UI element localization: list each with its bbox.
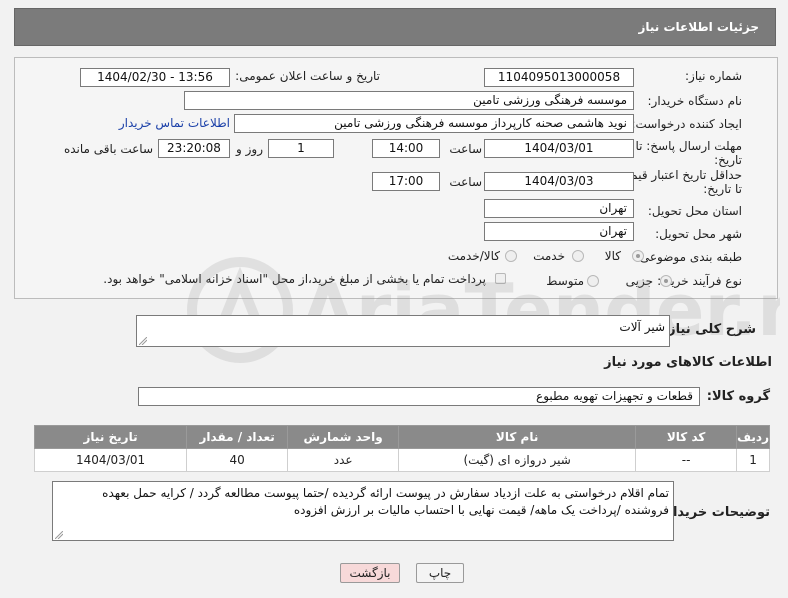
print-button[interactable]: چاپ — [416, 563, 464, 583]
cell-row: 1 — [736, 448, 770, 472]
creator-field[interactable]: نوید هاشمی صحنه کارپرداز موسسه فرهنگی ور… — [234, 114, 634, 133]
cell-name: شیر دروازه ای (گیت) — [398, 448, 637, 472]
category-radio-service[interactable] — [572, 250, 584, 262]
deadline-time-label: ساعت — [449, 142, 482, 156]
city-label: شهر محل تحویل: — [655, 227, 742, 241]
province-field[interactable]: تهران — [484, 199, 634, 218]
goods-group-label: گروه کالا: — [706, 389, 770, 404]
buyer-notes-textarea[interactable]: تمام اقلام درخواستی به علت ازدیاد سفارش … — [52, 481, 674, 541]
page-title: جزئیات اطلاعات نیاز — [638, 20, 759, 34]
buyer-notes-text: تمام اقلام درخواستی به علت ازدیاد سفارش … — [102, 486, 669, 517]
goods-table-header: ردیف کد کالا نام کالا واحد شمارش تعداد /… — [33, 425, 770, 449]
resize-grip-icon[interactable] — [139, 337, 147, 345]
table-row[interactable]: 1 -- شیر دروازه ای (گیت) عدد 40 1404/03/… — [33, 448, 770, 472]
buyer-notes-label: توضیحات خریدار: — [660, 505, 770, 520]
validity-label-date: تا تاریخ: — [703, 182, 742, 196]
remaining-time-field[interactable]: 23:20:08 — [158, 139, 230, 158]
buyer-org-label: نام دستگاه خریدار: — [647, 94, 743, 108]
announce-field[interactable]: 1404/02/30 - 13:56 — [80, 68, 230, 87]
goods-table: ردیف کد کالا نام کالا واحد شمارش تعداد /… — [33, 425, 770, 472]
category-option-goods-service: کالا/خدمت — [447, 249, 500, 263]
deadline-label-date: تاریخ: — [714, 153, 742, 167]
category-label: طبقه بندی موضوعی: — [635, 250, 742, 264]
buyer-contact-link[interactable]: اطلاعات تماس خریدار — [119, 116, 230, 130]
announce-label: تاریخ و ساعت اعلان عمومی: — [235, 69, 380, 83]
description-textarea[interactable]: شیر آلات — [136, 315, 670, 347]
need-number-label: شماره نیاز: — [685, 69, 742, 83]
panel-header: جزئیات اطلاعات نیاز — [14, 8, 776, 46]
buyer-org-field[interactable]: موسسه فرهنگی ورزشی تامین — [184, 91, 634, 110]
deadline-label: مهلت ارسال پاسخ: تا — [635, 139, 742, 153]
validity-label: حداقل تاریخ اعتبار قیمت: — [615, 168, 742, 182]
description-label: شرح کلی نیاز: — [662, 322, 756, 337]
cell-code: -- — [635, 448, 738, 472]
resize-grip-icon[interactable] — [55, 531, 63, 539]
process-radio-medium[interactable] — [587, 275, 599, 287]
goods-group-field[interactable]: قطعات و تجهیزات تهویه مطبوع — [138, 387, 700, 406]
need-number-field[interactable]: 1104095013000058 — [484, 68, 634, 87]
category-option-service: خدمت — [533, 249, 565, 263]
remaining-label: ساعت باقی مانده — [63, 142, 153, 156]
col-row: ردیف — [736, 425, 770, 449]
cell-date: 1404/03/01 — [33, 448, 188, 472]
description-text: شیر آلات — [619, 320, 665, 334]
col-name: نام کالا — [398, 425, 637, 449]
back-button[interactable]: بازگشت — [340, 563, 400, 583]
col-code: کد کالا — [635, 425, 738, 449]
city-field[interactable]: تهران — [484, 222, 634, 241]
category-option-goods: کالا — [604, 249, 621, 263]
treasury-payment-checkbox[interactable] — [495, 273, 506, 284]
validity-time-field[interactable]: 17:00 — [372, 172, 440, 191]
goods-section-title: اطلاعات کالاهای مورد نیاز — [604, 355, 772, 370]
cell-qty: 40 — [186, 448, 289, 472]
category-radio-goods-service[interactable] — [505, 250, 517, 262]
deadline-time-field[interactable]: 14:00 — [372, 139, 440, 158]
category-radio-goods[interactable] — [632, 250, 644, 262]
process-radio-minor[interactable] — [660, 275, 672, 287]
days-label: روز و — [236, 142, 263, 156]
validity-date-field[interactable]: 1404/03/03 — [484, 172, 634, 191]
deadline-date-field[interactable]: 1404/03/01 — [484, 139, 634, 158]
creator-label: ایجاد کننده درخواست: — [631, 117, 742, 131]
col-unit: واحد شمارش — [287, 425, 400, 449]
col-qty: تعداد / مقدار — [186, 425, 289, 449]
cell-unit: عدد — [287, 448, 400, 472]
province-label: استان محل تحویل: — [647, 204, 742, 218]
process-option-medium: متوسط — [546, 274, 584, 288]
days-field[interactable]: 1 — [268, 139, 334, 158]
col-date: تاریخ نیاز — [33, 425, 188, 449]
validity-time-label: ساعت — [449, 175, 482, 189]
process-option-minor: جزیی — [625, 274, 653, 288]
payment-note: پرداخت تمام یا بخشی از مبلغ خرید،از محل … — [103, 272, 486, 286]
